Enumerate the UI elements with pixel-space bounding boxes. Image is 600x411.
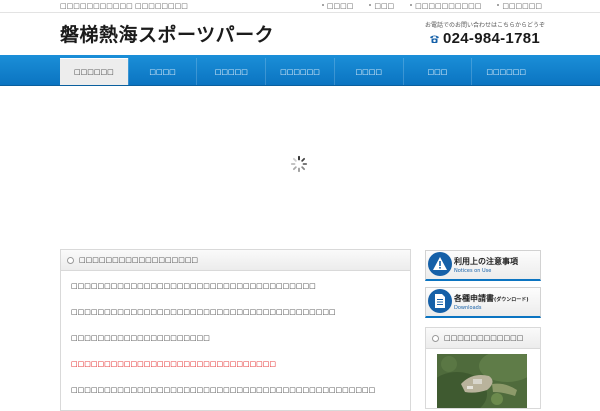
facility-map-header: □□□□□□□□□□□□	[426, 328, 540, 349]
news-item-2[interactable]: □□□□□□□□□□□□□□□□□□□□□□□□□□□□□□□□□□□□□□□□	[71, 308, 336, 316]
news-box-header: □□□□□□□□□□□□□□□□□□	[61, 250, 410, 271]
news-item-highlight[interactable]: □□□□□□□□□□□□□□□□□□□□□□□□□□□□□□□	[71, 360, 276, 368]
nav-item-5[interactable]: □□□□	[333, 58, 403, 85]
notices-subtitle: Notices on Use	[454, 268, 492, 274]
downloads-button[interactable]: 各種申請書(ダウンロード) Downloads	[425, 287, 541, 318]
nav-item-6[interactable]: □□□	[402, 58, 472, 85]
facility-map-title: □□□□□□□□□□□□	[444, 334, 524, 342]
news-item-5[interactable]: □□□□□□□□□□□□□□□□□□□□□□□□□□□□□□□□□□□□□□□□…	[71, 386, 375, 394]
main-nav: □□□□□□ □□□□ □□□□□ □□□□□□ □□□□ □□□ □□□□□□	[0, 55, 600, 86]
site-tagline: □□□□□□□□□□□ □□□□□□□□	[60, 2, 188, 10]
nav-item-4[interactable]: □□□□□□	[265, 58, 334, 85]
phone-number[interactable]: 024-984-1781	[443, 31, 540, 47]
document-icon	[428, 289, 452, 313]
nav-item-2[interactable]: □□□□	[127, 58, 197, 85]
news-box: □□□□□□□□□□□□□□□□□□ □□□□□□□□□□□□□□□□□□□□□…	[60, 249, 411, 411]
notices-on-use-button[interactable]: 利用上の注意事項 Notices on Use	[425, 250, 541, 281]
facility-map-box: □□□□□□□□□□□□	[425, 327, 541, 409]
top-links: □□□□ □□□ □□□□□□□□□□ □□□□□□	[321, 1, 542, 11]
notices-title: 利用上の注意事項	[454, 257, 518, 266]
telephone-icon	[429, 35, 439, 43]
contact-phone: 024-984-1781	[425, 31, 540, 47]
contact-note: お電話でのお問い合わせはこちらからどうぞ	[425, 22, 546, 29]
nav-item-7[interactable]: □□□□□□	[471, 58, 540, 85]
warning-icon	[428, 252, 452, 276]
top-link-1[interactable]: □□□□	[321, 1, 353, 11]
bullet-circle-icon	[67, 256, 74, 264]
nav-item-3[interactable]: □□□□□	[196, 58, 265, 85]
downloads-subtitle: Downloads	[454, 305, 482, 311]
news-item-1[interactable]: □□□□□□□□□□□□□□□□□□□□□□□□□□□□□□□□□□□□□	[71, 282, 316, 290]
top-link-3[interactable]: □□□□□□□□□□	[410, 1, 481, 11]
top-bar: □□□□□□□□□□□ □□□□□□□□ □□□□ □□□ □□□□□□□□□□…	[0, 0, 600, 13]
downloads-title: 各種申請書(ダウンロード)	[454, 293, 529, 304]
top-link-2[interactable]: □□□	[369, 1, 394, 11]
contact-block: お電話でのお問い合わせはこちらからどうぞ 024-984-1781	[425, 22, 546, 47]
loading-spinner-icon	[290, 155, 308, 173]
bullet-circle-icon	[432, 334, 439, 342]
downloads-title-main: 各種申請書	[454, 294, 494, 303]
nav-item-home[interactable]: □□□□□□	[60, 58, 128, 85]
downloads-title-suffix: (ダウンロード)	[494, 297, 529, 303]
nav-items: □□□□□□ □□□□ □□□□□ □□□□□□ □□□□ □□□ □□□□□□	[60, 58, 540, 85]
news-box-title: □□□□□□□□□□□□□□□□□□	[79, 256, 199, 264]
top-link-4[interactable]: □□□□□□	[497, 1, 542, 11]
news-item-3[interactable]: □□□□□□□□□□□□□□□□□□□□□	[71, 334, 210, 342]
site-logo[interactable]: 磐梯熱海スポーツパーク	[60, 20, 274, 47]
